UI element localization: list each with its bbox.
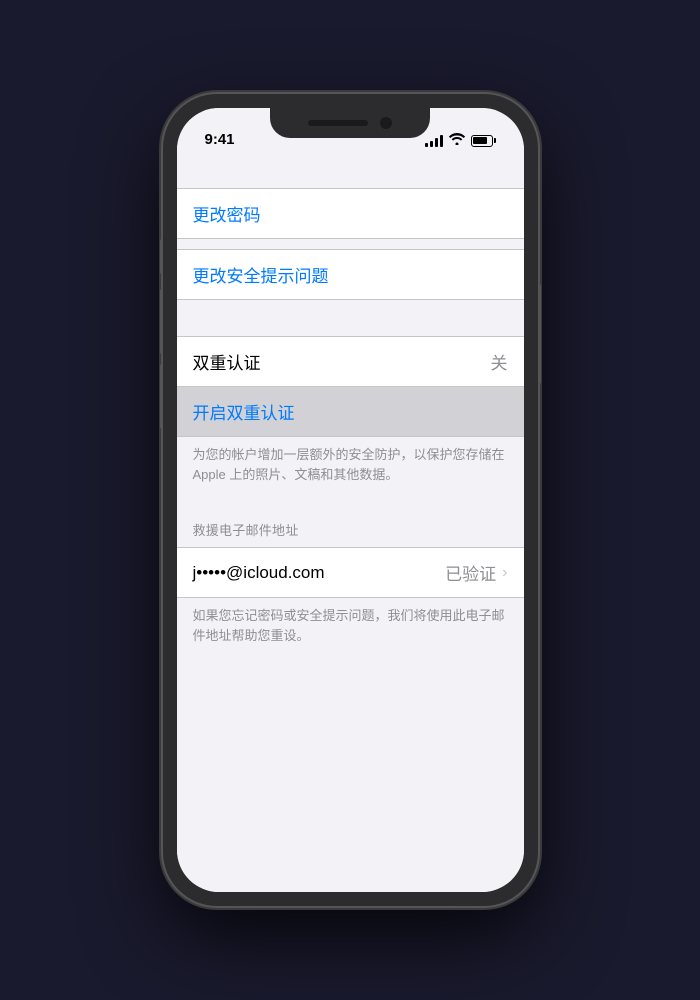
rescue-email-verified: 已验证 › — [445, 560, 507, 585]
rescue-email-row[interactable]: j•••••@icloud.com 已验证 › — [177, 548, 524, 597]
two-factor-section: 双重认证 关 开启双重认证 — [177, 336, 524, 437]
two-factor-title-row: 双重认证 关 — [177, 337, 524, 386]
power-button[interactable] — [538, 284, 541, 384]
change-password-section: 更改密码 — [177, 188, 524, 239]
rescue-email-header: 救援电子邮件地址 — [177, 520, 524, 547]
spacer-top — [177, 152, 524, 188]
two-factor-footer: 为您的帐户增加一层额外的安全防护，以保护您存储在 Apple 上的照片、文稿和其… — [177, 437, 524, 484]
status-icons — [425, 133, 496, 148]
wifi-icon — [449, 133, 465, 148]
chevron-right-icon: › — [502, 564, 507, 582]
spacer-bottom — [177, 645, 524, 681]
spacer-1 — [177, 239, 524, 249]
rescue-email-section: j•••••@icloud.com 已验证 › — [177, 547, 524, 598]
phone-frame: 9:41 — [163, 94, 538, 906]
front-camera — [380, 117, 392, 129]
signal-bar-1 — [425, 143, 428, 147]
change-password-row[interactable]: 更改密码 — [177, 189, 524, 238]
signal-bar-2 — [430, 141, 433, 147]
volume-down-button[interactable] — [160, 364, 163, 429]
signal-bar-3 — [435, 138, 438, 147]
mute-button[interactable] — [160, 239, 163, 274]
signal-icon — [425, 135, 443, 147]
speaker — [308, 120, 368, 126]
main-content: 更改密码 更改安全提示问题 双重认证 关 开启双重认证 — [177, 152, 524, 892]
battery-icon — [471, 135, 496, 147]
change-security-question-section: 更改安全提示问题 — [177, 249, 524, 300]
signal-bar-4 — [440, 135, 443, 147]
phone-screen: 9:41 — [177, 108, 524, 892]
enable-two-factor-row[interactable]: 开启双重认证 — [177, 386, 524, 436]
rescue-email-footer: 如果您忘记密码或安全提示问题，我们将使用此电子邮件地址帮助您重设。 — [177, 598, 524, 645]
change-security-question-row[interactable]: 更改安全提示问题 — [177, 250, 524, 299]
spacer-3 — [177, 484, 524, 520]
spacer-2 — [177, 300, 524, 336]
notch — [270, 108, 430, 138]
volume-up-button[interactable] — [160, 289, 163, 354]
status-time: 9:41 — [205, 131, 235, 148]
